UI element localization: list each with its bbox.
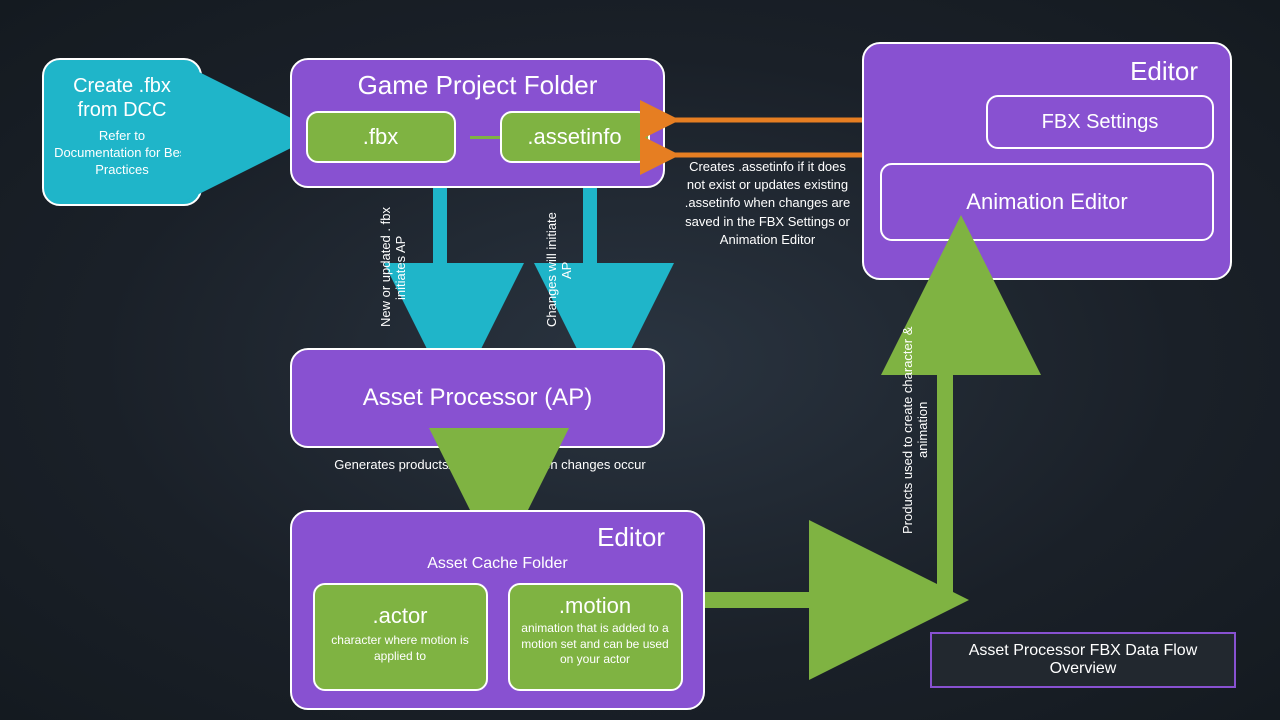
arrow-fbx-to-ap (420, 188, 460, 348)
fbx-chip: .fbx (306, 111, 456, 163)
fbx-arrow-label: New or updated . fbx initiates AP (378, 195, 408, 340)
editor-right-title: Editor (876, 56, 1218, 87)
ap-title: Asset Processor (AP) (363, 384, 592, 412)
products-arrow-label: Products used to create character & anim… (900, 300, 930, 560)
ap-desc: Generates products/reprocesses when chan… (320, 456, 660, 474)
dcc-sub: Refer to Documentation for Best Practice… (54, 128, 190, 179)
footer-title-box: Asset Processor FBX Data Flow Overview (930, 632, 1236, 688)
assetinfo-arrow-label: Changes will initiate AP (544, 210, 574, 330)
editor-bottom-box: Editor Asset Cache Folder .actor charact… (290, 510, 705, 710)
assetinfo-desc: Creates .assetinfo if it does not exist … (680, 158, 855, 249)
assetinfo-chip: .assetinfo (500, 111, 650, 163)
animation-editor-box: Animation Editor (880, 163, 1214, 241)
asset-cache-label: Asset Cache Folder (302, 555, 693, 573)
assetinfo-label: .assetinfo (527, 124, 621, 150)
animation-editor-label: Animation Editor (966, 189, 1127, 215)
arrow-ap-to-editor (465, 474, 505, 514)
fbx-settings-box: FBX Settings (986, 95, 1214, 149)
actor-chip: .actor character where motion is applied… (313, 583, 488, 691)
fbx-assetinfo-connector (470, 136, 500, 139)
arrow-changes-1 (660, 110, 880, 130)
motion-title: .motion (518, 593, 673, 619)
gpf-title: Game Project Folder (302, 70, 653, 101)
arrow-dcc-to-gpf (205, 118, 285, 148)
motion-chip: .motion animation that is added to a mot… (508, 583, 683, 691)
editor-right-box: Editor FBX Settings Animation Editor (862, 42, 1232, 280)
actor-desc: character where motion is applied to (323, 633, 478, 664)
game-project-folder-box: Game Project Folder .fbx .assetinfo (290, 58, 665, 188)
motion-desc: animation that is added to a motion set … (518, 621, 673, 668)
dcc-title: Create .fbx from DCC (54, 74, 190, 122)
asset-processor-box: Asset Processor (AP) (290, 348, 665, 448)
fbx-label: .fbx (363, 124, 398, 150)
footer-title: Asset Processor FBX Data Flow Overview (969, 642, 1198, 677)
arrow-assetinfo-to-ap (570, 188, 610, 348)
editor-bottom-title: Editor (302, 522, 693, 553)
dcc-box: Create .fbx from DCC Refer to Documentat… (42, 58, 202, 206)
actor-title: .actor (323, 603, 478, 629)
fbx-settings-label: FBX Settings (1042, 111, 1159, 134)
